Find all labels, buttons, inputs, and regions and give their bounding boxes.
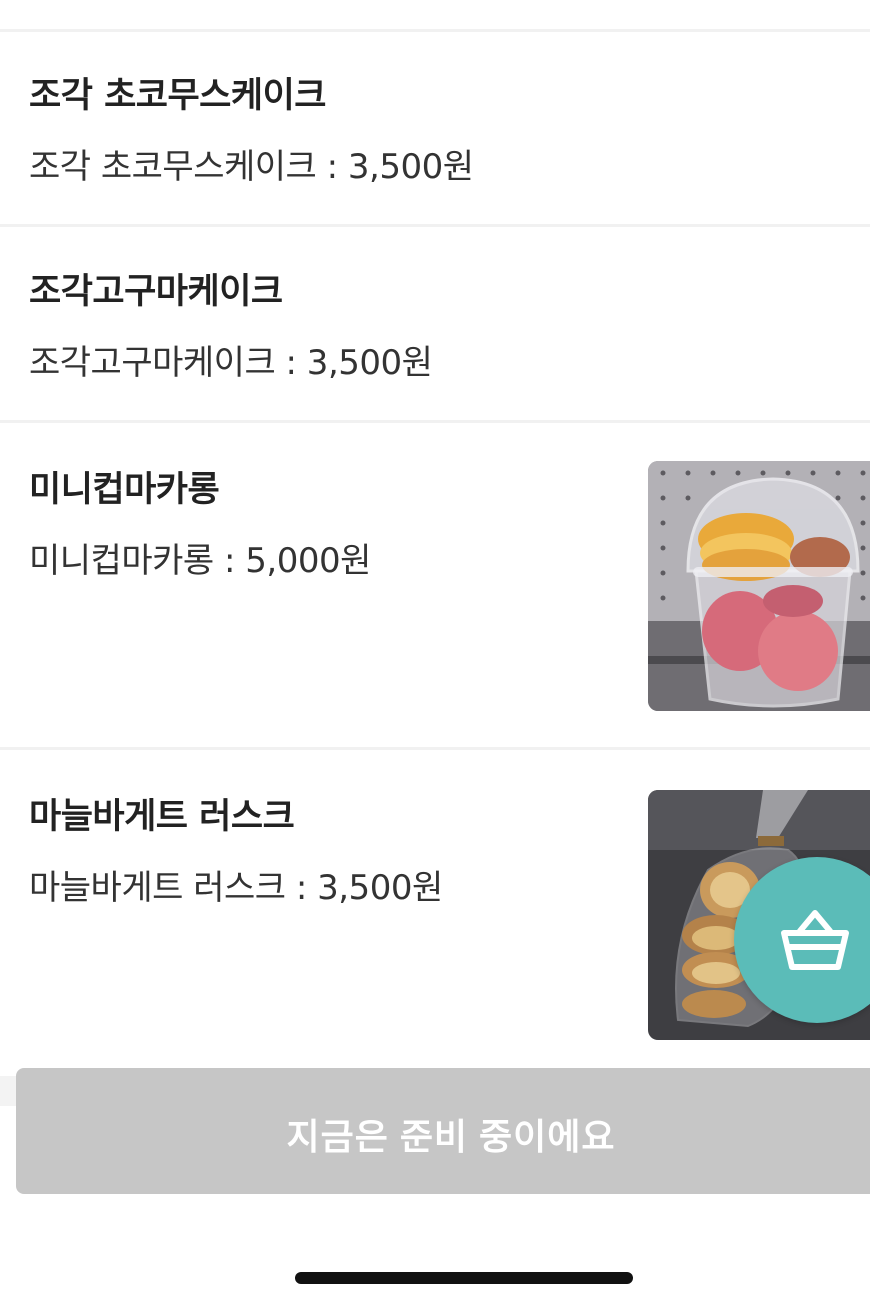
item-name: 조각고구마케이크 [29, 272, 283, 312]
item-name: 마늘바게트 러스크 [29, 797, 295, 837]
item-price-desc: 미니컵마카롱 : 5,000원 [29, 541, 371, 581]
item-price-desc: 마늘바게트 러스크 : 3,500원 [29, 868, 443, 908]
macaron-cup-photo [648, 461, 870, 711]
order-status-label: 지금은 준비 중이에요 [286, 1116, 616, 1157]
item-name: 미니컵마카롱 [29, 470, 220, 510]
order-status-button[interactable]: 지금은 준비 중이에요 [16, 1068, 870, 1194]
menu-item-sweet-potato-cake[interactable]: 조각고구마케이크 조각고구마케이크 : 3,500원 [0, 227, 870, 420]
item-price-desc: 조각 초코무스케이크 : 3,500원 [29, 147, 474, 187]
item-price-desc: 조각고구마케이크 : 3,500원 [29, 343, 433, 383]
menu-item-choco-mousse-cake[interactable]: 조각 초코무스케이크 조각 초코무스케이크 : 3,500원 [0, 32, 870, 224]
menu-item-mini-cup-macaron[interactable]: 미니컵마카롱 미니컵마카롱 : 5,000원 [0, 423, 870, 747]
item-name: 조각 초코무스케이크 [29, 76, 327, 116]
top-strip [0, 0, 870, 32]
home-indicator[interactable] [295, 1272, 633, 1284]
